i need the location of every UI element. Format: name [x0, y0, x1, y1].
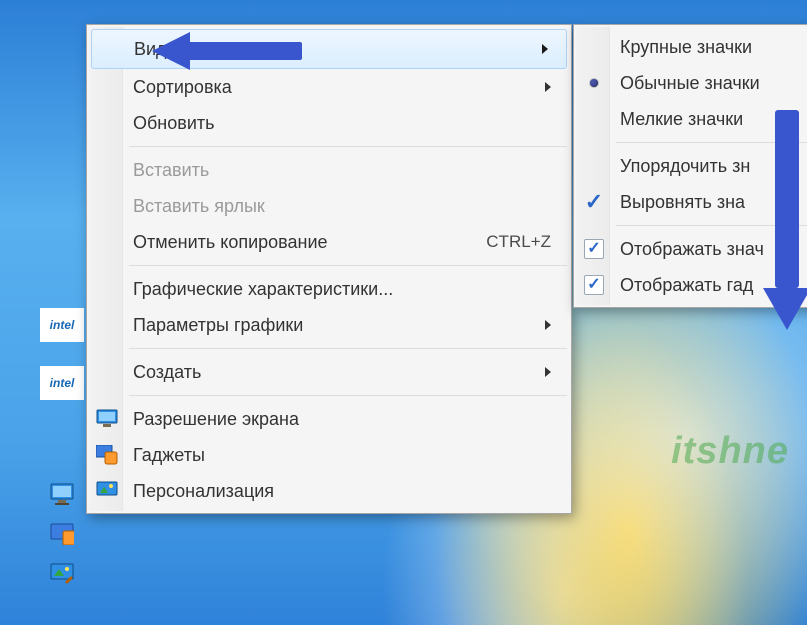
submenu-arrow-icon: [545, 82, 551, 92]
menu-label: Параметры графики: [133, 315, 545, 336]
submenu-item-align-grid[interactable]: ✓ Выровнять зна: [576, 184, 807, 220]
menu-label: Графические характеристики...: [133, 279, 551, 300]
context-menu-view-submenu: Крупные значки Обычные значки Мелкие зна…: [573, 24, 807, 308]
menu-item-paste-shortcut: Вставить ярлык: [89, 188, 569, 224]
menu-item-sort[interactable]: Сортировка: [89, 69, 569, 105]
desktop-icon-intel-1[interactable]: intel: [40, 308, 84, 342]
menu-label: Вставить: [133, 160, 551, 181]
menu-label: Обновить: [133, 113, 551, 134]
submenu-item-auto-arrange[interactable]: Упорядочить зн: [576, 148, 807, 184]
menu-separator: [129, 265, 567, 266]
checkbox-checked-icon: ✓: [582, 273, 606, 297]
menu-label: Крупные значки: [620, 37, 807, 58]
menu-separator: [129, 348, 567, 349]
menu-item-view[interactable]: Вид: [91, 29, 567, 69]
menu-label: Гаджеты: [133, 445, 551, 466]
intel-logo-label: intel: [50, 376, 75, 390]
menu-label: Отображать гад: [620, 275, 807, 296]
menu-separator: [129, 395, 567, 396]
radio-selected-icon: [582, 71, 606, 95]
menu-item-create[interactable]: Создать: [89, 354, 569, 390]
desktop-icon-personalization[interactable]: [48, 560, 76, 588]
monitor-icon: [95, 407, 119, 431]
menu-item-paste: Вставить: [89, 152, 569, 188]
submenu-arrow-icon: [542, 44, 548, 54]
menu-separator: [129, 146, 567, 147]
menu-label: Вставить ярлык: [133, 196, 551, 217]
menu-separator: [616, 142, 807, 143]
menu-item-screen-resolution[interactable]: Разрешение экрана: [89, 401, 569, 437]
intel-logo-label: intel: [50, 318, 75, 332]
menu-label: Упорядочить зн: [620, 156, 807, 177]
menu-item-refresh[interactable]: Обновить: [89, 105, 569, 141]
submenu-item-medium-icons[interactable]: Обычные значки: [576, 65, 807, 101]
submenu-item-show-icons[interactable]: ✓ Отображать знач: [576, 231, 807, 267]
menu-item-personalization[interactable]: Персонализация: [89, 473, 569, 509]
menu-label: Отменить копирование: [133, 232, 486, 253]
menu-label: Разрешение экрана: [133, 409, 551, 430]
menu-item-gfx-properties[interactable]: Графические характеристики...: [89, 271, 569, 307]
check-icon: ✓: [582, 190, 606, 214]
submenu-item-show-gadgets[interactable]: ✓ Отображать гад: [576, 267, 807, 303]
desktop-icon-resolution[interactable]: [48, 480, 76, 508]
desktop-icon-gadgets[interactable]: [48, 520, 76, 548]
menu-label: Создать: [133, 362, 545, 383]
submenu-item-small-icons[interactable]: Мелкие значки: [576, 101, 807, 137]
submenu-item-large-icons[interactable]: Крупные значки: [576, 29, 807, 65]
menu-item-gfx-parameters[interactable]: Параметры графики: [89, 307, 569, 343]
menu-label: Обычные значки: [620, 73, 807, 94]
menu-label: Выровнять зна: [620, 192, 807, 213]
menu-label: Персонализация: [133, 481, 551, 502]
checkbox-checked-icon: ✓: [582, 237, 606, 261]
desktop-icon-intel-2[interactable]: intel: [40, 366, 84, 400]
gadgets-icon: [95, 443, 119, 467]
context-menu-main: Вид Сортировка Обновить Вставить Вставит…: [86, 24, 572, 514]
menu-separator: [616, 225, 807, 226]
menu-item-undo-copy[interactable]: Отменить копирование CTRL+Z: [89, 224, 569, 260]
submenu-arrow-icon: [545, 367, 551, 377]
menu-label: Сортировка: [133, 77, 545, 98]
submenu-arrow-icon: [545, 320, 551, 330]
personalization-icon: [95, 479, 119, 503]
menu-label: Мелкие значки: [620, 109, 807, 130]
menu-label: Вид: [134, 39, 542, 60]
menu-label: Отображать знач: [620, 239, 807, 260]
menu-shortcut: CTRL+Z: [486, 232, 551, 252]
menu-item-gadgets[interactable]: Гаджеты: [89, 437, 569, 473]
